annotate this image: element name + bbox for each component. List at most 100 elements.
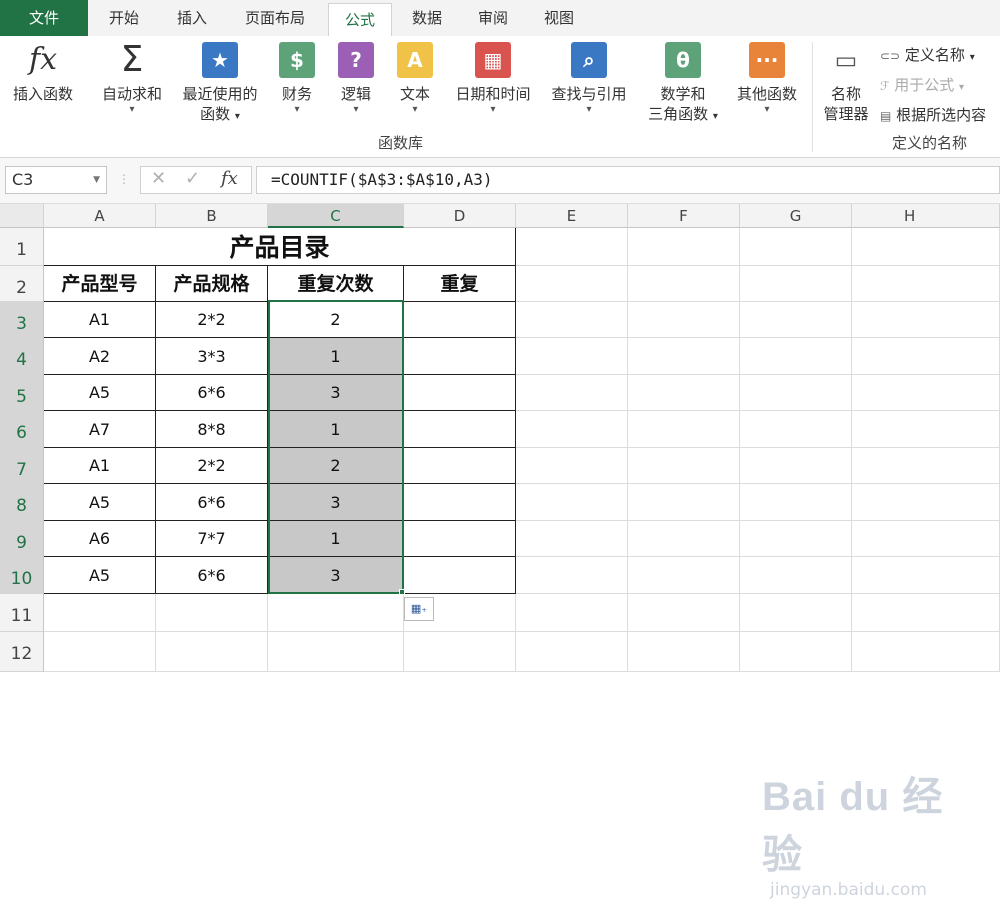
table-cell[interactable]: 2*2: [156, 302, 268, 338]
empty-cell[interactable]: [740, 266, 852, 302]
empty-cell[interactable]: [740, 228, 852, 266]
empty-cell[interactable]: [516, 411, 628, 448]
empty-cell[interactable]: [740, 375, 852, 411]
table-cell[interactable]: 7*7: [156, 521, 268, 557]
table-cell[interactable]: A5: [44, 557, 156, 594]
empty-cell[interactable]: [852, 411, 1000, 448]
column-header-d[interactable]: D: [404, 204, 516, 228]
empty-cell[interactable]: [44, 594, 156, 632]
math-trig-button[interactable]: θ 数学和 三角函数 ▾: [638, 40, 728, 127]
empty-cell[interactable]: [516, 338, 628, 375]
insert-function-button[interactable]: fx 插入函数: [4, 40, 82, 104]
empty-cell[interactable]: [156, 632, 268, 672]
table-cell[interactable]: A1: [44, 302, 156, 338]
column-header-a[interactable]: A: [44, 204, 156, 228]
header-cell-model[interactable]: 产品型号: [44, 266, 156, 302]
select-all-corner[interactable]: [0, 204, 44, 228]
empty-cell[interactable]: [516, 557, 628, 594]
empty-cell[interactable]: [740, 632, 852, 672]
table-title[interactable]: 产品目录: [44, 228, 516, 266]
table-cell[interactable]: A7: [44, 411, 156, 448]
table-cell[interactable]: 3*3: [156, 338, 268, 375]
empty-cell[interactable]: [852, 302, 1000, 338]
finance-button[interactable]: $ 财务 ▾: [270, 40, 324, 116]
formula-input[interactable]: =COUNTIF($A$3:$A$10,A3): [256, 166, 1000, 194]
row-header-10[interactable]: 10: [0, 557, 44, 594]
empty-cell[interactable]: [628, 411, 740, 448]
table-cell[interactable]: 6*6: [156, 484, 268, 521]
empty-cell[interactable]: [268, 632, 404, 672]
tab-formulas[interactable]: 公式: [328, 3, 392, 37]
table-cell[interactable]: A6: [44, 521, 156, 557]
fill-handle[interactable]: [399, 589, 405, 595]
empty-cell[interactable]: [628, 448, 740, 484]
empty-cell[interactable]: [852, 338, 1000, 375]
empty-cell[interactable]: [268, 594, 404, 632]
autosum-button[interactable]: Σ 自动求和 ▾: [92, 40, 172, 116]
name-box[interactable]: C3 ▼: [5, 166, 107, 194]
empty-cell[interactable]: [516, 302, 628, 338]
empty-cell[interactable]: [628, 228, 740, 266]
empty-cell[interactable]: [740, 411, 852, 448]
header-cell-spec[interactable]: 产品规格: [156, 266, 268, 302]
empty-cell[interactable]: [628, 266, 740, 302]
column-header-h[interactable]: H: [852, 204, 1000, 228]
table-cell[interactable]: A2: [44, 338, 156, 375]
empty-cell[interactable]: [156, 594, 268, 632]
recent-functions-button[interactable]: ★ 最近使用的 函数 ▾: [172, 40, 268, 127]
table-cell[interactable]: [404, 521, 516, 557]
empty-cell[interactable]: [404, 632, 516, 672]
define-name-button[interactable]: ⊂⊃ 定义名称 ▾: [880, 44, 975, 65]
row-header-8[interactable]: 8: [0, 484, 44, 521]
table-cell[interactable]: [404, 411, 516, 448]
empty-cell[interactable]: [740, 448, 852, 484]
lookup-button[interactable]: ⌕ 查找与引用 ▾: [542, 40, 636, 116]
empty-cell[interactable]: [852, 375, 1000, 411]
empty-cell[interactable]: [516, 521, 628, 557]
row-header-6[interactable]: 6: [0, 411, 44, 448]
tab-insert[interactable]: 插入: [160, 0, 224, 36]
table-cell[interactable]: A5: [44, 484, 156, 521]
empty-cell[interactable]: [852, 557, 1000, 594]
empty-cell[interactable]: [628, 338, 740, 375]
empty-cell[interactable]: [852, 484, 1000, 521]
empty-cell[interactable]: [516, 484, 628, 521]
logic-button[interactable]: ? 逻辑 ▾: [330, 40, 382, 116]
empty-cell[interactable]: [852, 521, 1000, 557]
empty-cell[interactable]: [516, 266, 628, 302]
table-cell[interactable]: [404, 557, 516, 594]
table-cell[interactable]: [404, 302, 516, 338]
empty-cell[interactable]: [628, 375, 740, 411]
empty-cell[interactable]: [628, 484, 740, 521]
header-cell-duplicate[interactable]: 重复: [404, 266, 516, 302]
empty-cell[interactable]: [852, 228, 1000, 266]
table-cell[interactable]: 3: [268, 484, 404, 521]
row-header-12[interactable]: 12: [0, 632, 44, 672]
empty-cell[interactable]: [628, 557, 740, 594]
tab-view[interactable]: 视图: [528, 0, 590, 36]
empty-cell[interactable]: [628, 302, 740, 338]
use-in-formula-button[interactable]: ℱ 用于公式 ▾: [880, 74, 964, 95]
row-header-4[interactable]: 4: [0, 338, 44, 375]
table-cell[interactable]: A5: [44, 375, 156, 411]
empty-cell[interactable]: [740, 338, 852, 375]
table-cell[interactable]: 3: [268, 375, 404, 411]
insert-function-icon[interactable]: fx: [221, 168, 238, 189]
empty-cell[interactable]: [852, 266, 1000, 302]
datetime-button[interactable]: ▦ 日期和时间 ▾: [446, 40, 540, 116]
row-header-5[interactable]: 5: [0, 375, 44, 411]
empty-cell[interactable]: [740, 521, 852, 557]
empty-cell[interactable]: [516, 632, 628, 672]
column-header-b[interactable]: B: [156, 204, 268, 228]
chevron-down-icon[interactable]: ▼: [93, 167, 100, 193]
empty-cell[interactable]: [740, 302, 852, 338]
empty-cell[interactable]: [852, 448, 1000, 484]
table-cell[interactable]: 6*6: [156, 375, 268, 411]
empty-cell[interactable]: [628, 632, 740, 672]
empty-cell[interactable]: [516, 228, 628, 266]
table-cell[interactable]: 1: [268, 338, 404, 375]
table-cell[interactable]: 1: [268, 521, 404, 557]
empty-cell[interactable]: [516, 448, 628, 484]
row-header-1[interactable]: 1: [0, 228, 44, 266]
tab-page-layout[interactable]: 页面布局: [228, 0, 322, 36]
